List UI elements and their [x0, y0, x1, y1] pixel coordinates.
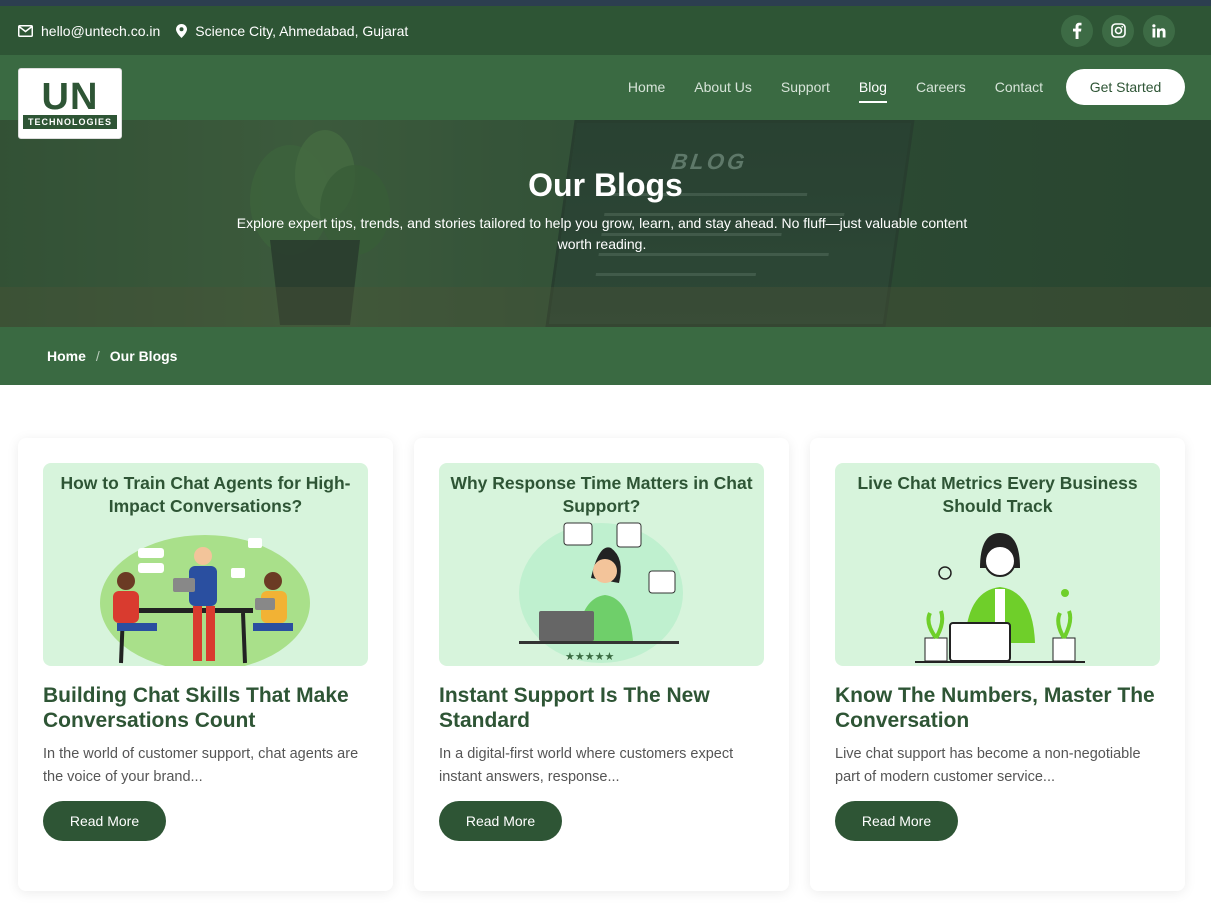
envelope-icon [18, 24, 33, 37]
breadcrumb-home[interactable]: Home [47, 348, 86, 364]
nav-blog[interactable]: Blog [858, 79, 887, 103]
nav-careers[interactable]: Careers [916, 79, 966, 97]
blog-title[interactable]: Building Chat Skills That Make Conversat… [43, 683, 368, 733]
nav-home[interactable]: Home [628, 79, 665, 97]
support-agent-illustration: ★★★★★ [519, 522, 683, 663]
blog-excerpt: Live chat support has become a non-negot… [835, 746, 1141, 785]
read-more-button[interactable]: Read More [835, 801, 958, 841]
blog-card: Live Chat Metrics Every Business Should … [810, 438, 1185, 891]
map-pin-icon [176, 23, 188, 38]
social-links [1061, 14, 1175, 47]
primary-nav: Home About Us Support Blog Careers Conta… [628, 55, 1043, 120]
read-more-button[interactable]: Read More [439, 801, 562, 841]
facebook-icon[interactable] [1061, 14, 1093, 47]
read-more-button[interactable]: Read More [43, 801, 166, 841]
breadcrumb-current: Our Blogs [109, 348, 178, 364]
headset-agent-illustration [915, 533, 1085, 663]
breadcrumb-separator: / [95, 348, 100, 364]
instagram-icon[interactable] [1102, 14, 1134, 47]
location-contact: Science City, Ahmedabad, Gujarat [176, 23, 408, 39]
team-chat-illustration [100, 535, 310, 666]
logo-mark: UN [41, 75, 99, 118]
linkedin-icon[interactable] [1143, 14, 1175, 47]
nav-about-us[interactable]: About Us [694, 79, 752, 97]
main-navbar: UN TECHNOLOGIES Home About Us Support Bl… [0, 55, 1211, 139]
blog-thumbnail[interactable]: Live Chat Metrics Every Business Should … [835, 463, 1160, 666]
blog-card: How to Train Chat Agents for High-Impact… [18, 438, 393, 891]
page-subtitle: Explore expert tips, trends, and stories… [236, 215, 968, 252]
blog-thumbnail[interactable]: Why Response Time Matters in Chat Suppor… [439, 463, 764, 666]
email-contact[interactable]: hello@untech.co.in [18, 23, 160, 39]
blog-excerpt: In a digital-first world where customers… [439, 746, 734, 785]
breadcrumb: Home / Our Blogs [0, 327, 1211, 385]
blog-card-list: How to Train Chat Agents for High-Impact… [18, 438, 1186, 891]
hero-banner: BLOG Our Blogs Explore expert tips, tren… [0, 120, 1211, 327]
nav-support[interactable]: Support [781, 79, 830, 97]
page-title: Our Blogs [528, 167, 683, 203]
blog-excerpt: In the world of customer support, chat a… [43, 746, 359, 785]
blog-card: Why Response Time Matters in Chat Suppor… [414, 438, 789, 891]
top-contact-bar: hello@untech.co.in Science City, Ahmedab… [0, 6, 1211, 55]
email-text: hello@untech.co.in [41, 22, 161, 39]
company-logo[interactable]: UN TECHNOLOGIES [18, 68, 122, 139]
blog-title[interactable]: Know The Numbers, Master The Conversatio… [835, 683, 1160, 733]
svg-text:★★★★★: ★★★★★ [565, 650, 614, 663]
blog-thumbnail[interactable]: How to Train Chat Agents for High-Impact… [43, 463, 368, 666]
get-started-button[interactable]: Get Started [1066, 69, 1185, 105]
logo-subtext: TECHNOLOGIES [22, 114, 117, 129]
location-text: Science City, Ahmedabad, Gujarat [195, 22, 409, 39]
blog-title[interactable]: Instant Support Is The New Standard [439, 683, 764, 733]
nav-contact[interactable]: Contact [995, 79, 1043, 97]
